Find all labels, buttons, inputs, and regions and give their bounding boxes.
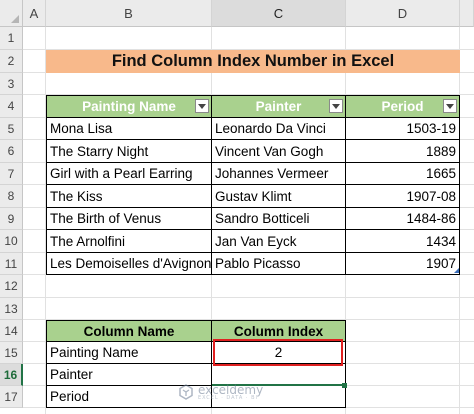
- select-all-corner[interactable]: [0, 0, 23, 27]
- table-cell[interactable]: 1484-86: [346, 208, 460, 230]
- row-header-4[interactable]: 4: [0, 95, 23, 118]
- table-cell[interactable]: Les Demoiselles d'Avignon: [46, 253, 212, 275]
- row-header-12[interactable]: 12: [0, 275, 23, 298]
- row-header-3[interactable]: 3: [0, 73, 23, 95]
- table-cell[interactable]: 1434: [346, 230, 460, 253]
- highlight-box: [213, 339, 343, 366]
- table-cell[interactable]: 1503-19: [346, 118, 460, 140]
- row-header-13[interactable]: 13: [0, 298, 23, 320]
- watermark: exceldemy EXCEL · DATA · BI: [178, 381, 263, 403]
- table-cell[interactable]: 1907: [346, 253, 460, 275]
- row-header-1[interactable]: 1: [0, 27, 23, 50]
- table-cell[interactable]: Leonardo Da Vinci: [212, 118, 346, 140]
- header-label: Painting Name: [82, 99, 176, 114]
- row-header-7[interactable]: 7: [0, 163, 23, 185]
- column-header-a[interactable]: A: [23, 0, 46, 27]
- filter-dropdown-icon[interactable]: [329, 99, 343, 113]
- header-painter[interactable]: Painter: [212, 95, 346, 118]
- table-cell[interactable]: Sandro Botticeli: [212, 208, 346, 230]
- column-header-e[interactable]: [460, 0, 474, 27]
- table-cell[interactable]: 1907-08: [346, 185, 460, 208]
- row-header-14[interactable]: 14: [0, 320, 23, 342]
- table-cell[interactable]: Mona Lisa: [46, 118, 212, 140]
- header-period[interactable]: Period: [346, 95, 460, 118]
- row-header-16[interactable]: 16: [0, 364, 23, 386]
- row-header-2[interactable]: 2: [0, 50, 23, 73]
- row-header-6[interactable]: 6: [0, 140, 23, 163]
- filter-dropdown-icon[interactable]: [195, 99, 209, 113]
- header-painting-name[interactable]: Painting Name: [46, 95, 212, 118]
- table-cell[interactable]: The Starry Night: [46, 140, 212, 163]
- sheet-title: Find Column Index Number in Excel: [46, 50, 460, 73]
- watermark-tagline: EXCEL · DATA · BI: [198, 394, 258, 401]
- lookup-name-cell[interactable]: Painting Name: [46, 342, 212, 364]
- gridline: [23, 297, 474, 298]
- row-header-15[interactable]: 15: [0, 342, 23, 364]
- fill-handle[interactable]: [342, 383, 347, 388]
- table-cell[interactable]: The Kiss: [46, 185, 212, 208]
- row-header-5[interactable]: 5: [0, 118, 23, 140]
- watermark-name: exceldemy: [198, 382, 264, 397]
- row-header-10[interactable]: 10: [0, 230, 23, 253]
- header-column-name[interactable]: Column Name: [46, 320, 212, 342]
- exceldemy-logo-icon: [179, 384, 193, 400]
- table-cell[interactable]: Vincent Van Gogh: [212, 140, 346, 163]
- header-label: Painter: [255, 99, 302, 114]
- table-cell[interactable]: Girl with a Pearl Earring: [46, 163, 212, 185]
- table-cell[interactable]: Johannes Vermeer: [212, 163, 346, 185]
- row-header-11[interactable]: 11: [0, 253, 23, 275]
- header-label: Period: [381, 99, 424, 114]
- row-header-17[interactable]: 17: [0, 386, 23, 408]
- table-cell[interactable]: Jan Van Eyck: [212, 230, 346, 253]
- table-resize-handle[interactable]: [454, 268, 459, 273]
- table-cell[interactable]: Gustav Klimt: [212, 185, 346, 208]
- filter-dropdown-icon[interactable]: [443, 99, 457, 113]
- table-cell[interactable]: Pablo Picasso: [212, 253, 346, 275]
- table-cell[interactable]: 1665: [346, 163, 460, 185]
- row-header-8[interactable]: 8: [0, 185, 23, 208]
- column-header-d[interactable]: D: [346, 0, 460, 27]
- table-cell[interactable]: The Arnolfini: [46, 230, 212, 253]
- row-header-9[interactable]: 9: [0, 208, 23, 230]
- column-header-c[interactable]: C: [212, 0, 346, 27]
- table-cell[interactable]: 1889: [346, 140, 460, 163]
- table-cell[interactable]: The Birth of Venus: [46, 208, 212, 230]
- column-header-b[interactable]: B: [46, 0, 212, 27]
